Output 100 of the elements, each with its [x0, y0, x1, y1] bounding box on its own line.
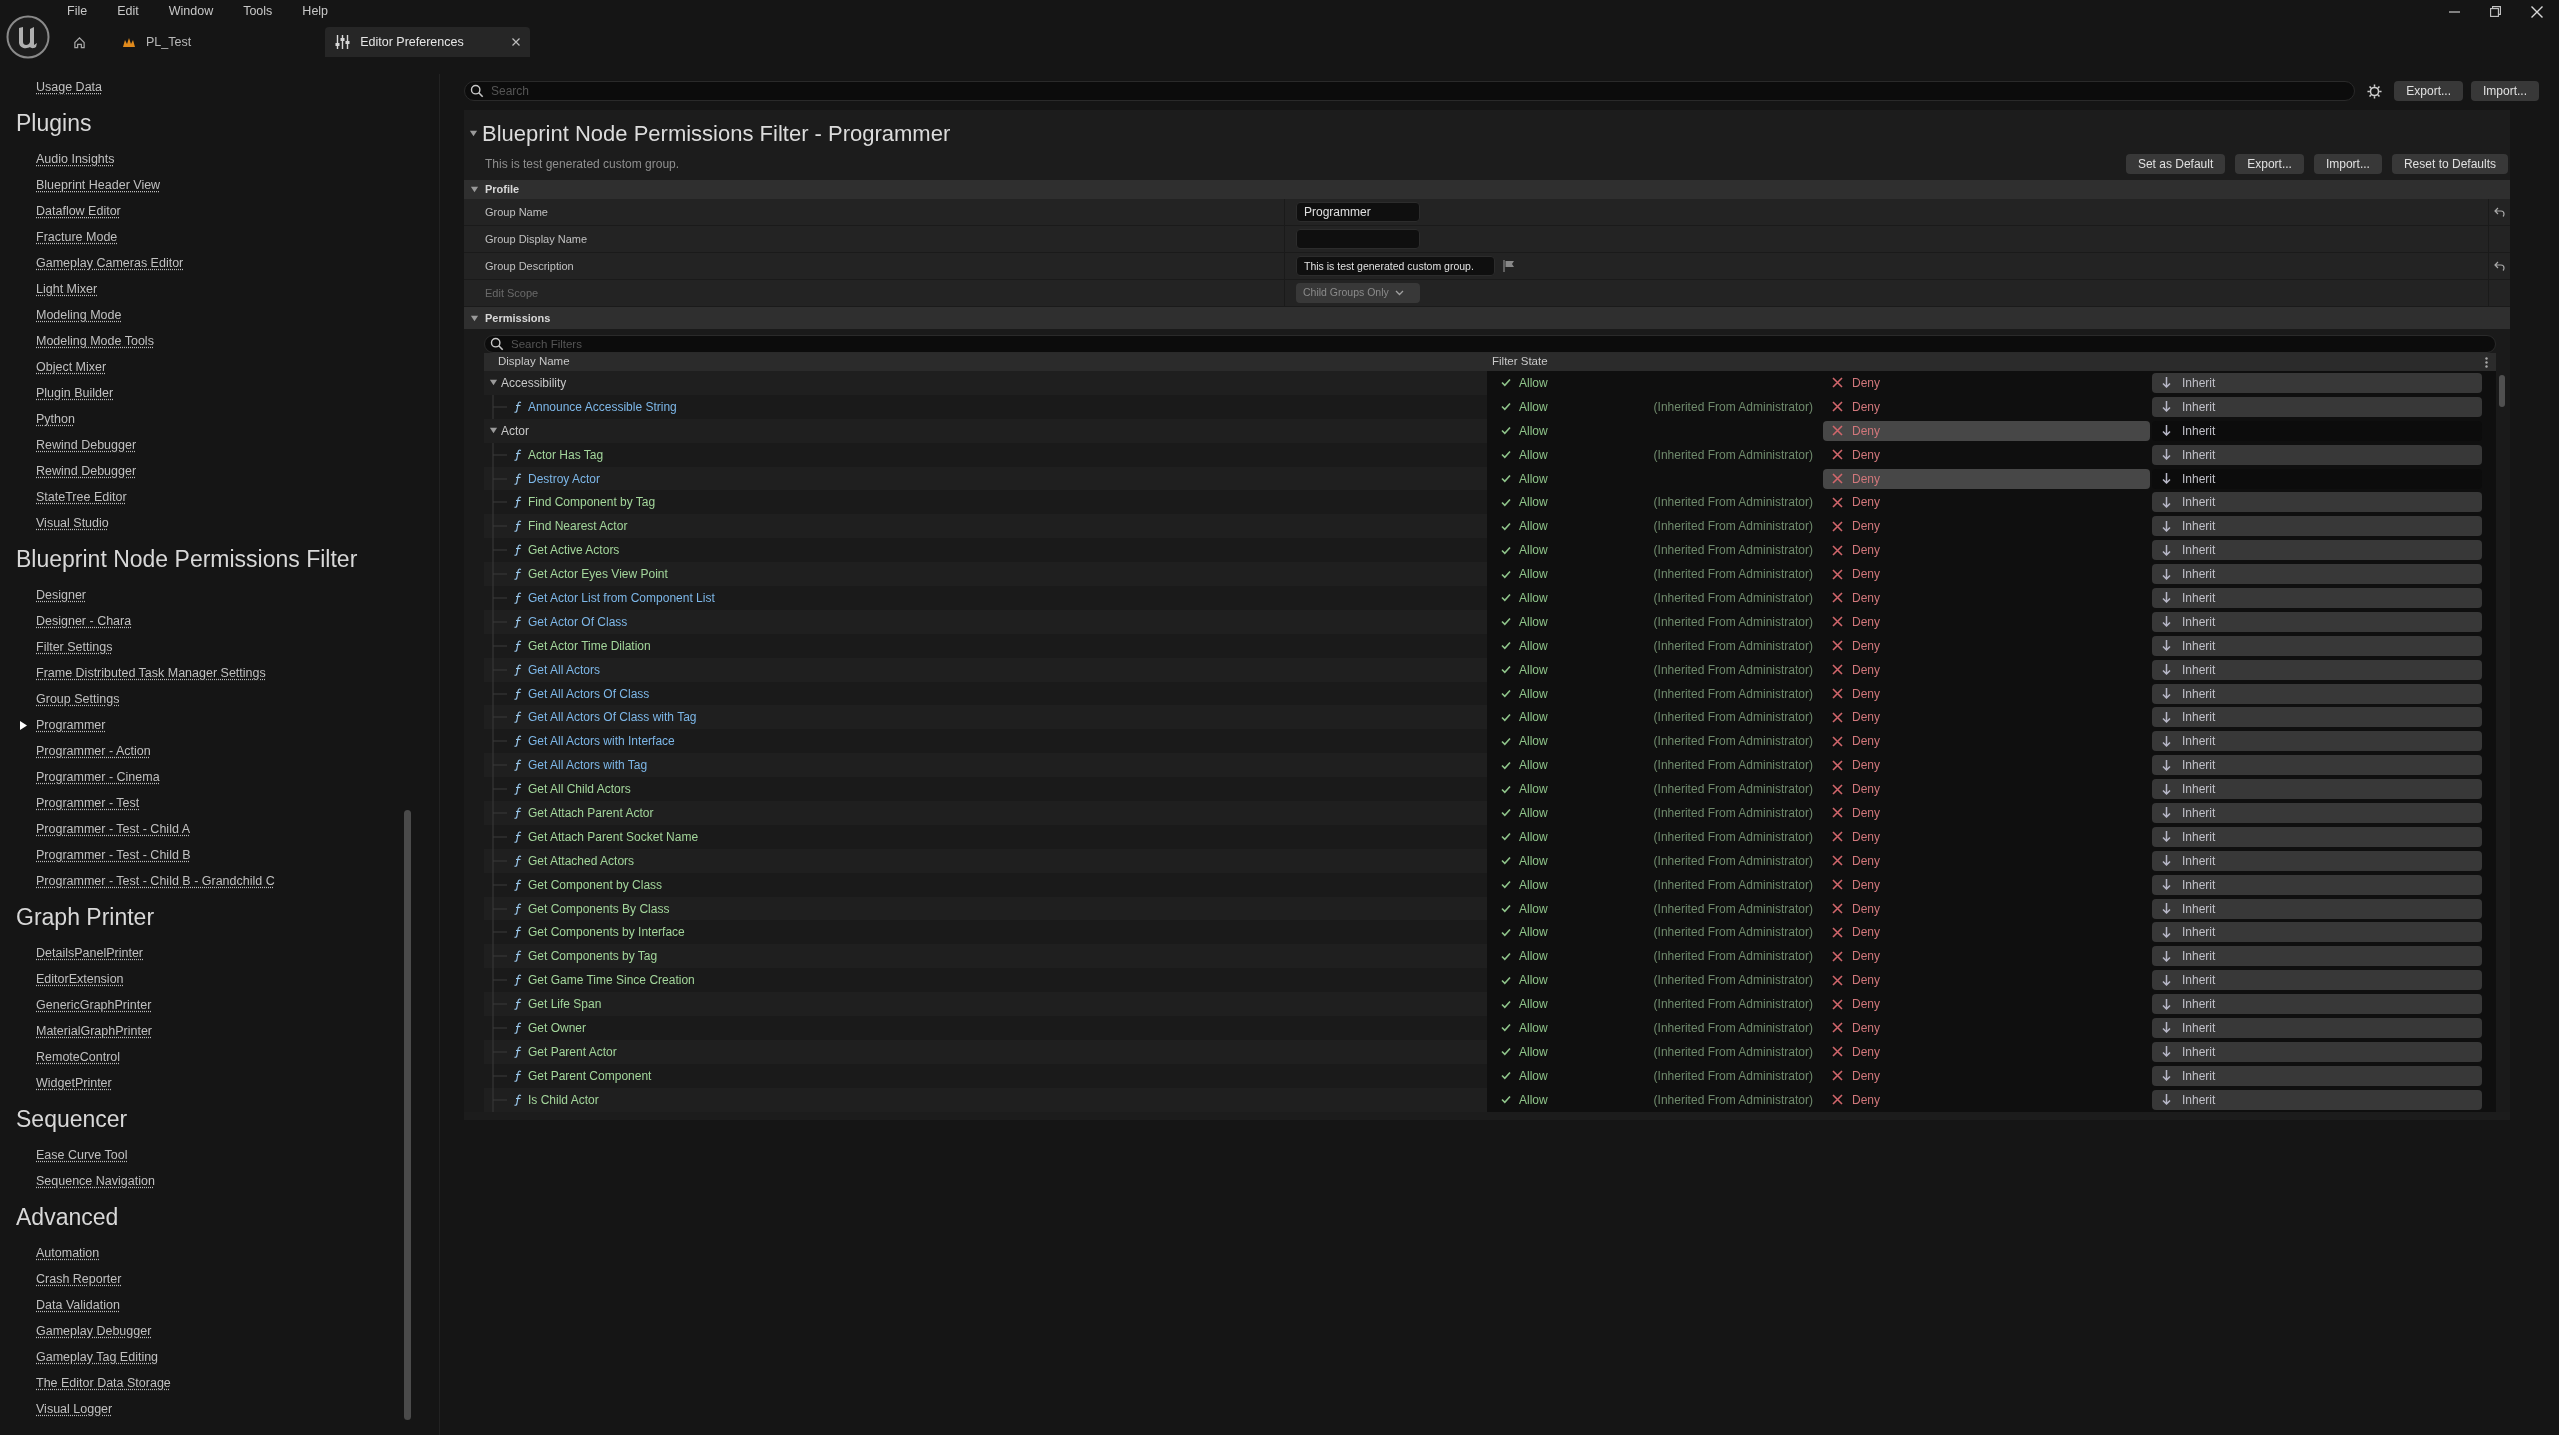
close-icon[interactable] — [512, 38, 521, 46]
inherit-option[interactable]: Inherit — [2152, 755, 2482, 776]
inherit-option[interactable]: Inherit — [2152, 587, 2482, 608]
allow-option[interactable]: Allow — [1491, 779, 1581, 800]
menu-item[interactable]: Help — [302, 1, 329, 21]
toolbar-button[interactable]: Reset to Defaults — [2391, 154, 2508, 174]
deny-option[interactable]: Deny — [1823, 707, 2150, 728]
inherit-option[interactable]: Inherit — [2152, 564, 2482, 585]
sidebar-link[interactable]: Gameplay Cameras Editor — [36, 253, 184, 273]
sidebar-link[interactable]: Crash Reporter — [36, 1269, 122, 1289]
inherit-option[interactable]: Inherit — [2152, 850, 2482, 871]
allow-option[interactable]: Allow — [1491, 516, 1581, 537]
inherit-option[interactable]: Inherit — [2152, 1065, 2482, 1086]
deny-option[interactable]: Deny — [1823, 564, 2150, 585]
flag-icon[interactable] — [1503, 260, 1515, 272]
sidebar-link[interactable]: Sequence Navigation — [36, 1171, 155, 1191]
allow-option[interactable]: Allow — [1491, 826, 1581, 847]
allow-option[interactable]: Allow — [1491, 802, 1581, 823]
inherit-option[interactable]: Inherit — [2152, 683, 2482, 704]
sidebar-link[interactable]: Visual Logger — [36, 1399, 113, 1419]
settings-icon[interactable] — [2367, 83, 2383, 99]
search-field[interactable]: Search — [464, 81, 2356, 101]
inherit-option[interactable]: Inherit — [2152, 898, 2482, 919]
close-icon[interactable] — [2531, 6, 2543, 18]
allow-option[interactable]: Allow — [1491, 874, 1581, 895]
allow-option[interactable]: Allow — [1491, 564, 1581, 585]
home-icon[interactable] — [73, 35, 86, 49]
column-header[interactable]: Display Name — [484, 353, 1487, 371]
sidebar-link[interactable]: Programmer - Test — [36, 793, 140, 813]
sidebar-link[interactable]: Designer — [36, 585, 87, 605]
expand-caret-icon[interactable] — [489, 426, 498, 436]
deny-option[interactable]: Deny — [1823, 826, 2150, 847]
sidebar-link[interactable]: Frame Distributed Task Manager Settings — [36, 663, 266, 683]
sidebar-link[interactable]: Gameplay Debugger — [36, 1321, 152, 1341]
deny-option[interactable]: Deny — [1823, 659, 2150, 680]
sidebar-link[interactable]: Audio Insights — [36, 149, 115, 169]
sidebar-link[interactable]: Group Settings — [36, 689, 120, 709]
allow-option[interactable]: Allow — [1491, 1018, 1581, 1038]
text-field[interactable]: Programmer — [1296, 202, 1420, 222]
expand-caret-icon[interactable] — [489, 378, 498, 388]
allow-option[interactable]: Allow — [1491, 492, 1581, 513]
deny-option[interactable]: Deny — [1823, 396, 2150, 417]
sidebar-link[interactable]: Gameplay Tag Editing — [36, 1347, 159, 1367]
toolbar-button[interactable]: Export... — [2394, 81, 2463, 101]
caret-icon[interactable] — [470, 313, 479, 323]
inherit-option[interactable]: Inherit — [2152, 444, 2482, 465]
inherit-option[interactable]: Inherit — [2152, 1041, 2482, 1062]
allow-option[interactable]: Allow — [1491, 468, 1581, 489]
sidebar-link[interactable]: GenericGraphPrinter — [36, 995, 152, 1015]
allow-option[interactable]: Allow — [1491, 898, 1581, 919]
deny-option[interactable]: Deny — [1823, 850, 2150, 871]
allow-option[interactable]: Allow — [1491, 396, 1581, 417]
text-field[interactable]: This is test generated custom group. — [1296, 256, 1495, 276]
inherit-option[interactable]: Inherit — [2152, 970, 2482, 991]
allow-option[interactable]: Allow — [1491, 946, 1581, 967]
inherit-option[interactable]: Inherit — [2152, 802, 2482, 823]
toolbar-button[interactable]: Import... — [2313, 154, 2382, 174]
deny-option[interactable]: Deny — [1823, 444, 2150, 465]
sidebar-link[interactable]: Rewind Debugger — [36, 435, 137, 455]
caret-icon[interactable] — [470, 185, 479, 194]
allow-option[interactable]: Allow — [1491, 635, 1581, 656]
sidebar-link[interactable]: DetailsPanelPrinter — [36, 943, 143, 963]
inherit-option[interactable]: Inherit — [2152, 707, 2482, 728]
sidebar-link[interactable]: Usage Data — [36, 77, 102, 97]
sidebar-link[interactable]: Rewind Debugger — [36, 461, 137, 481]
deny-option[interactable]: Deny — [1823, 755, 2150, 776]
deny-option[interactable]: Deny — [1823, 970, 2150, 991]
allow-option[interactable]: Allow — [1491, 372, 1581, 393]
sidebar-link[interactable]: WidgetPrinter — [36, 1073, 112, 1093]
inherit-option[interactable]: Inherit — [2152, 826, 2482, 847]
sidebar-link[interactable]: Fracture Mode — [36, 227, 118, 247]
deny-option[interactable]: Deny — [1823, 611, 2150, 632]
document-tab[interactable]: PL_Test — [112, 27, 202, 57]
toolbar-button[interactable]: Import... — [2471, 81, 2539, 101]
toolbar-button[interactable]: Export... — [2235, 154, 2304, 174]
sidebar-link[interactable]: Automation — [36, 1243, 100, 1263]
sidebar-link[interactable]: RemoteControl — [36, 1047, 121, 1067]
sidebar-link[interactable]: Modeling Mode — [36, 305, 122, 325]
sidebar-link[interactable]: Programmer - Test - Child B - Grandchild C — [36, 871, 275, 891]
sidebar-link[interactable]: Blueprint Header View — [36, 175, 161, 195]
menu-item[interactable]: Window — [168, 1, 214, 21]
inherit-option[interactable]: Inherit — [2152, 420, 2482, 441]
sidebar-link[interactable]: StateTree Editor — [36, 487, 127, 507]
deny-option[interactable]: Deny — [1823, 802, 2150, 823]
sidebar-link[interactable]: Programmer — [36, 715, 106, 735]
reset-icon[interactable] — [2494, 207, 2505, 217]
allow-option[interactable]: Allow — [1491, 1065, 1581, 1086]
sidebar-link[interactable]: Object Mixer — [36, 357, 107, 377]
deny-option[interactable]: Deny — [1823, 635, 2150, 656]
allow-option[interactable]: Allow — [1491, 994, 1581, 1015]
scrollbar-thumb[interactable] — [2499, 375, 2505, 407]
deny-option[interactable]: Deny — [1823, 683, 2150, 704]
allow-option[interactable]: Allow — [1491, 970, 1581, 991]
allow-option[interactable]: Allow — [1491, 731, 1581, 752]
inherit-option[interactable]: Inherit — [2152, 922, 2482, 943]
inherit-option[interactable]: Inherit — [2152, 468, 2482, 489]
deny-option[interactable]: Deny — [1823, 1018, 2150, 1038]
sidebar-link[interactable]: Light Mixer — [36, 279, 98, 299]
menu-item[interactable]: File — [67, 1, 88, 21]
allow-option[interactable]: Allow — [1491, 755, 1581, 776]
